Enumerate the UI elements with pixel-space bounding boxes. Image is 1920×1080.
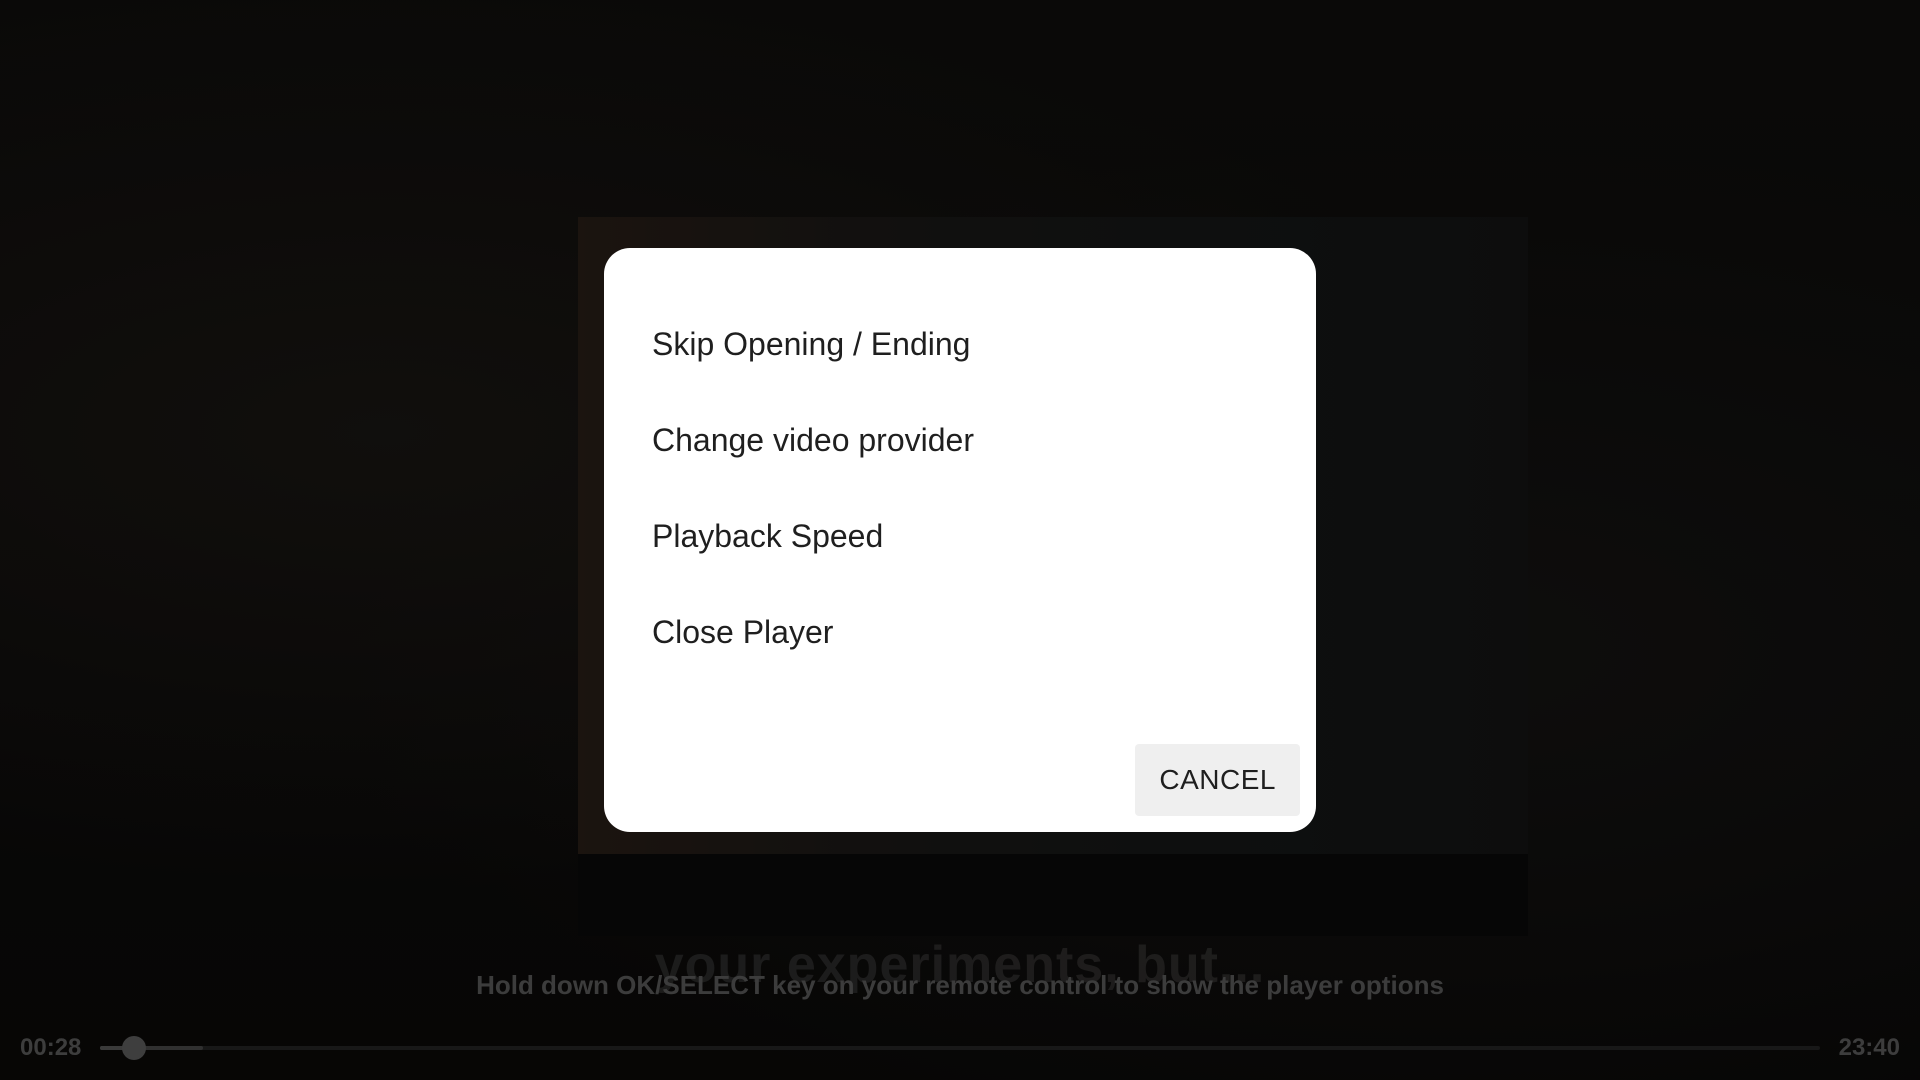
player-options-list: Skip Opening / Ending Change video provi… xyxy=(604,296,1316,680)
option-playback-speed[interactable]: Playback Speed xyxy=(604,488,1316,584)
option-skip-opening-ending[interactable]: Skip Opening / Ending xyxy=(604,296,1316,392)
player-options-dialog: Skip Opening / Ending Change video provi… xyxy=(604,248,1316,832)
dialog-actions: CANCEL xyxy=(1135,744,1300,816)
cancel-button[interactable]: CANCEL xyxy=(1135,744,1300,816)
option-close-player[interactable]: Close Player xyxy=(604,584,1316,680)
option-change-video-provider[interactable]: Change video provider xyxy=(604,392,1316,488)
